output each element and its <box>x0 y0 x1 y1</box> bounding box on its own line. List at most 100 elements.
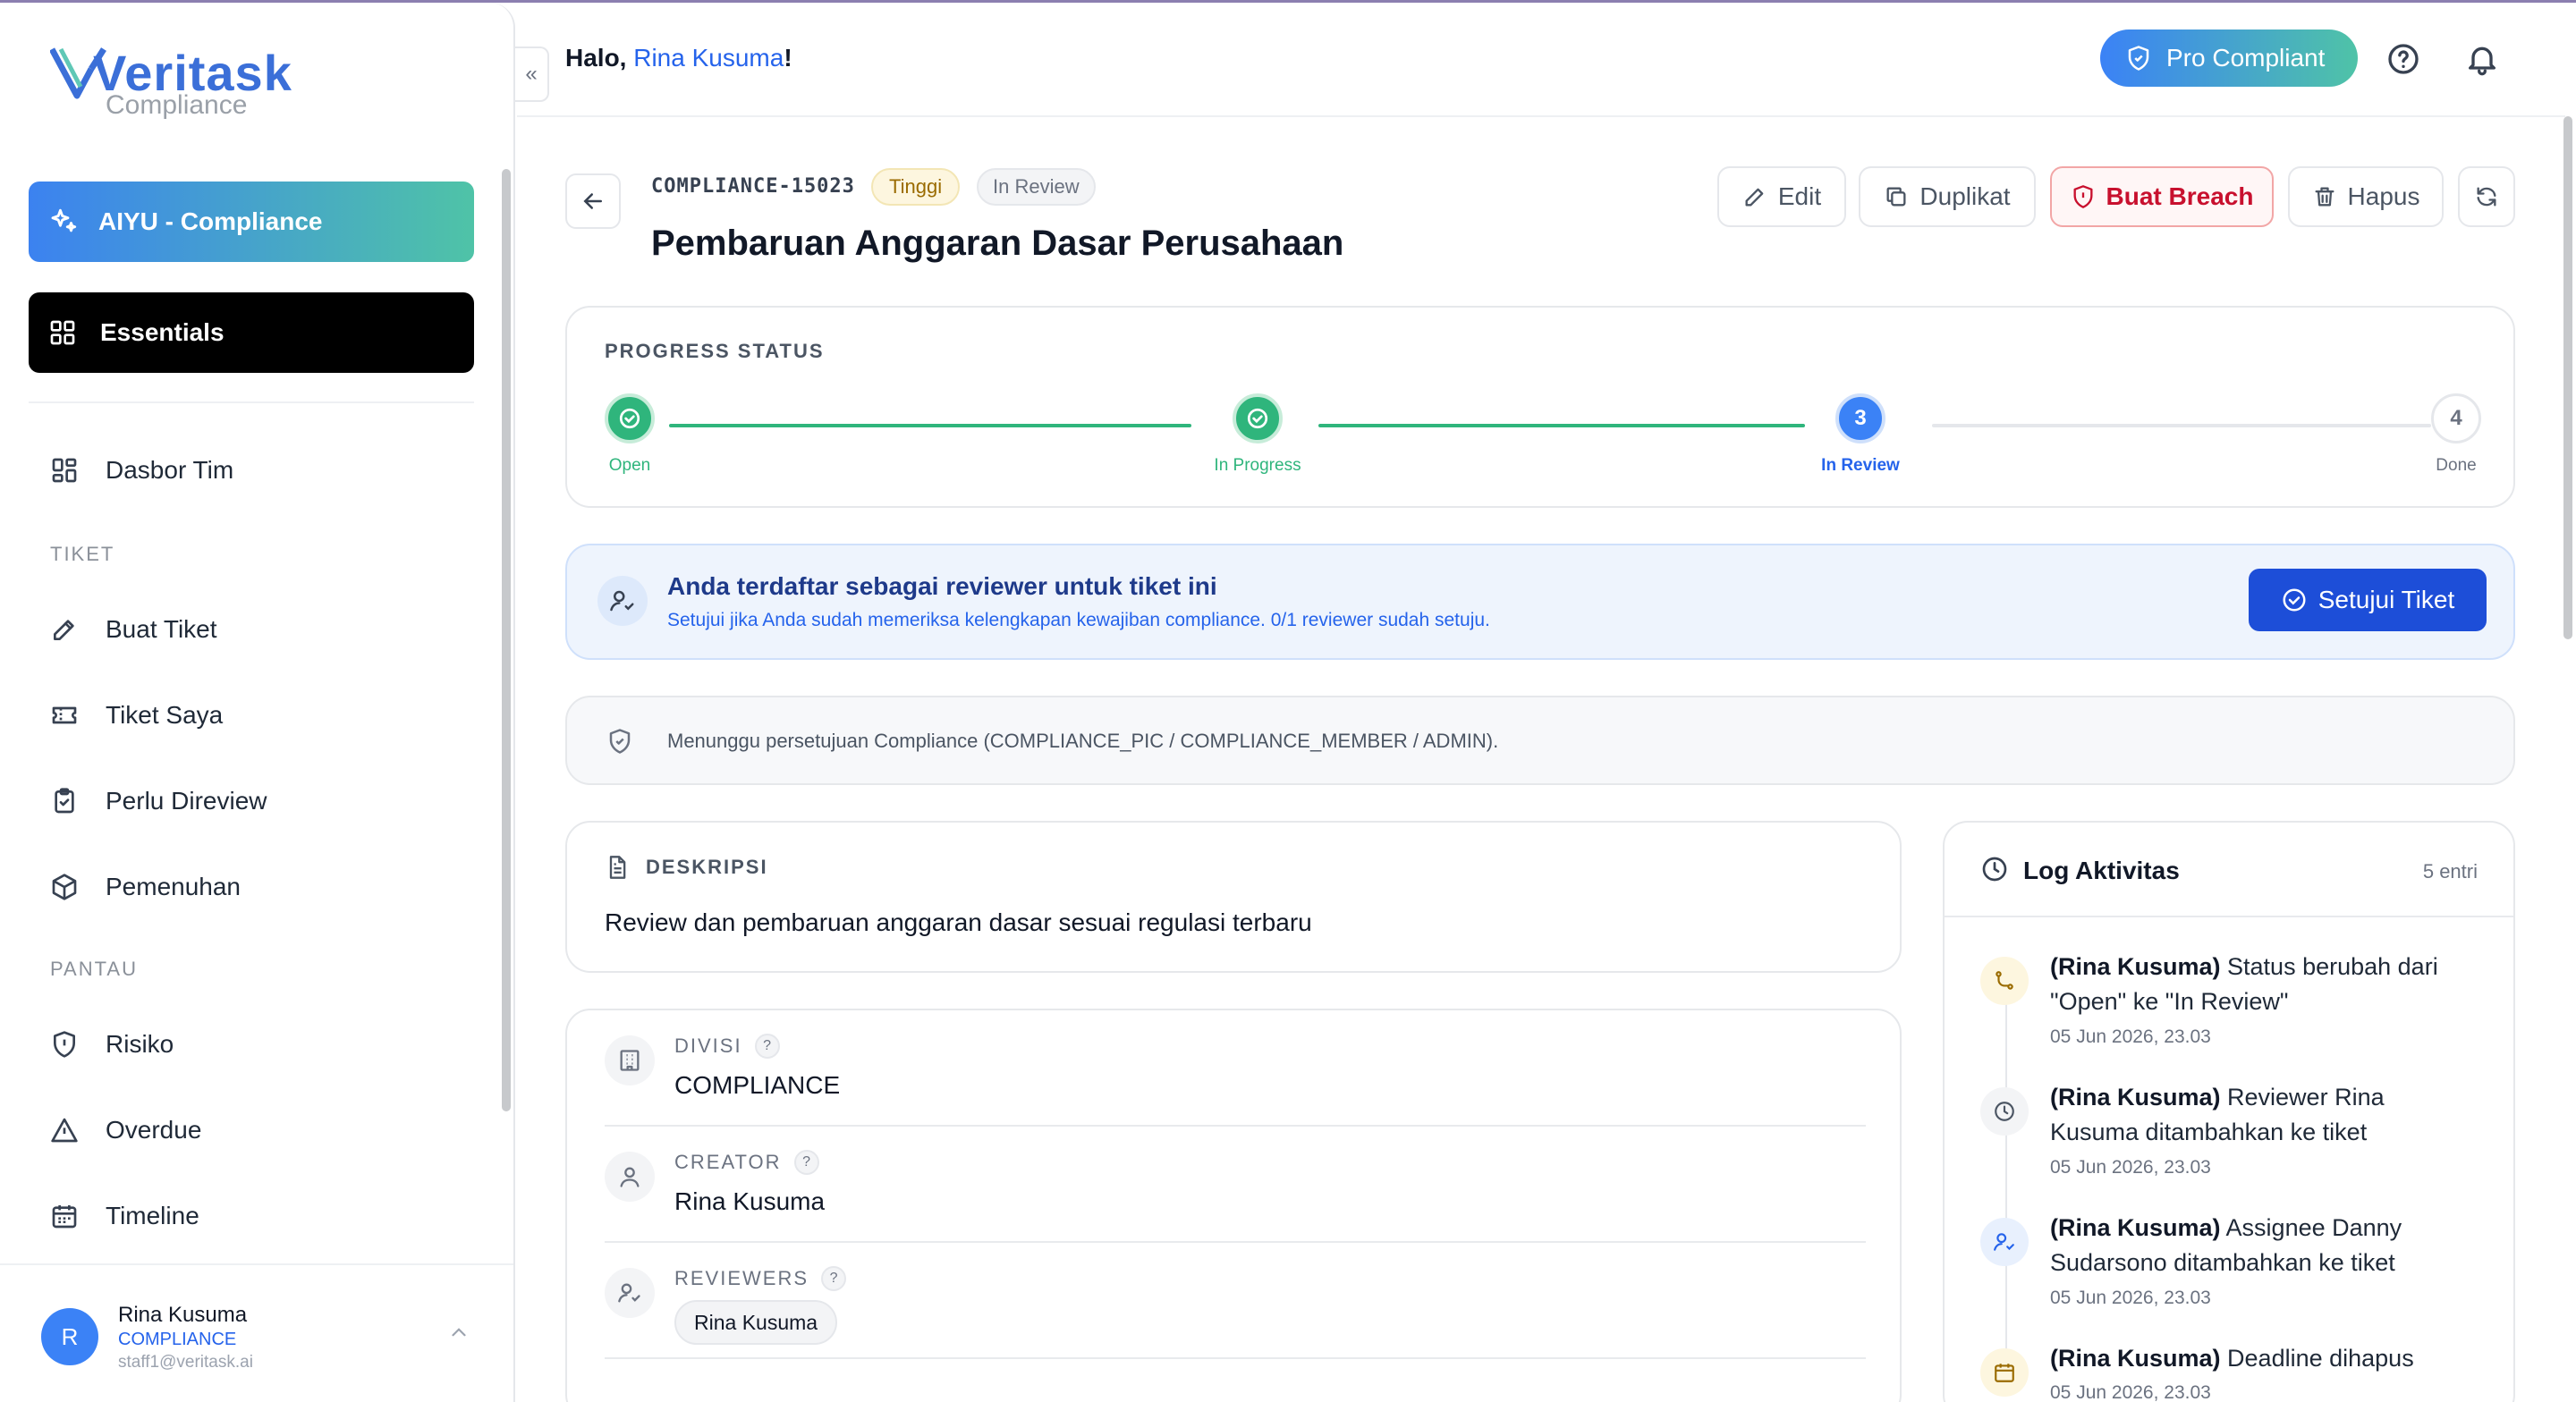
reviewer-notice-subtitle: Setujui jika Anda sudah memeriksa keleng… <box>667 610 1490 630</box>
shield-icon <box>54 1031 75 1058</box>
aiyu-compliance-button[interactable]: AIYU - Compliance <box>29 182 474 262</box>
description-body: Review dan pembaruan anggaran dasar sesu… <box>605 908 1312 936</box>
progress-connector-3 <box>1932 424 2431 427</box>
divisi-value: COMPLIANCE <box>674 1071 841 1099</box>
notifications-button[interactable] <box>2463 40 2501 78</box>
log-entry-text: (Rina Kusuma) Status berubah dari "Open"… <box>2050 950 2479 1019</box>
timeline-line <box>2005 975 2007 1368</box>
greeting-prefix: Halo, <box>565 44 634 72</box>
duplicate-label: Duplikat <box>1919 182 2011 210</box>
sparkle-icon <box>51 208 77 232</box>
sidebar-item-tiket-saya[interactable]: Tiket Saya <box>50 693 223 738</box>
help-tooltip-icon[interactable]: ? <box>821 1266 847 1291</box>
sidebar-item-dasbor-tim[interactable]: Dasbor Tim <box>50 448 233 493</box>
log-actor: (Rina Kusuma) <box>2050 953 2221 980</box>
check-icon <box>1247 408 1268 429</box>
essentials-label: Essentials <box>100 318 225 346</box>
calendar-icon <box>52 1205 77 1229</box>
log-timestamp: 05 Jun 2026, 23.03 <box>2050 1288 2211 1308</box>
reviewer-notice-title: Anda terdaftar sebagai reviewer untuk ti… <box>667 572 1217 600</box>
sidebar-item-pemenuhan[interactable]: Pemenuhan <box>50 865 241 909</box>
log-actor: (Rina Kusuma) <box>2050 1084 2221 1111</box>
description-label: DESKRIPSI <box>646 856 768 878</box>
edit-button[interactable]: Edit <box>1717 166 1846 227</box>
sidebar-item-perlu-direview[interactable]: Perlu Direview <box>50 779 267 823</box>
refresh-button[interactable] <box>2458 166 2515 227</box>
delete-button[interactable]: Hapus <box>2288 166 2444 227</box>
approve-ticket-button[interactable]: Setujui Tiket <box>2249 569 2487 631</box>
progress-connector-1 <box>669 424 1191 427</box>
brand-logo[interactable]: Veritask Compliance <box>50 42 292 122</box>
sidebar-item-label: Pemenuhan <box>106 873 242 900</box>
page-title: Pembaruan Anggaran Dasar Perusahaan <box>651 224 1344 263</box>
progress-status-card: PROGRESS STATUS Open In Progress 3 In Re… <box>565 306 2515 508</box>
description-header: DESKRIPSI <box>605 855 768 880</box>
help-circle-icon <box>2388 44 2419 74</box>
help-button[interactable] <box>2385 40 2422 78</box>
user-icon <box>605 1152 655 1202</box>
sidebar-item-overdue[interactable]: Overdue <box>50 1108 201 1153</box>
priority-badge: Tinggi <box>871 168 961 206</box>
back-button[interactable] <box>565 173 621 229</box>
user-email: staff1@veritask.ai <box>118 1353 253 1372</box>
meta-row-creator: CREATOR? Rina Kusuma <box>605 1127 1866 1243</box>
reviewer-notice: Anda terdaftar sebagai reviewer untuk ti… <box>565 544 2515 660</box>
section-tiket: TIKET <box>50 543 115 565</box>
reviewers-label: REVIEWERS? <box>674 1266 847 1291</box>
copy-icon <box>1886 187 1906 207</box>
edit-label: Edit <box>1777 182 1822 210</box>
log-entry-text: (Rina Kusuma) Deadline dihapus <box>2050 1341 2479 1376</box>
duplicate-button[interactable]: Duplikat <box>1859 166 2036 227</box>
log-timestamp: 05 Jun 2026, 23.03 <box>2050 1026 2211 1047</box>
activity-log-count: 5 entri <box>2422 860 2478 883</box>
user-division: COMPLIANCE <box>118 1330 237 1349</box>
step-in-progress-label: In Progress <box>1214 456 1301 475</box>
breach-label: Buat Breach <box>2106 182 2254 210</box>
log-entry-text: (Rina Kusuma) Reviewer Rina Kusuma ditam… <box>2050 1080 2479 1150</box>
sidebar-item-timeline[interactable]: Timeline <box>50 1194 199 1238</box>
shield-alert-icon <box>2073 185 2093 208</box>
building-icon <box>605 1035 655 1085</box>
progress-connector-2 <box>1318 424 1805 427</box>
approval-waiting-notice: Menunggu persetujuan Compliance (COMPLIA… <box>565 696 2515 785</box>
sidebar-item-label: Perlu Direview <box>106 787 267 815</box>
calendar-icon <box>1980 1348 2029 1397</box>
sidebar-item-label: Dasbor Tim <box>106 456 234 484</box>
chevron-up-icon[interactable] <box>447 1321 470 1344</box>
essentials-button[interactable]: Essentials <box>29 292 474 373</box>
avatar: R <box>41 1308 98 1365</box>
description-card: DESKRIPSI Review dan pembaruan anggaran … <box>565 821 1902 973</box>
page-scrollbar[interactable] <box>2563 116 2572 639</box>
ticket-id: COMPLIANCE-15023 <box>651 175 855 198</box>
approve-label: Setujui Tiket <box>2318 586 2455 613</box>
creator-label: CREATOR? <box>674 1150 819 1175</box>
clock-icon <box>1982 857 2007 882</box>
help-tooltip-icon[interactable]: ? <box>754 1034 780 1059</box>
reviewer-chip[interactable]: Rina Kusuma <box>674 1300 838 1345</box>
sidebar-item-buat-tiket[interactable]: Buat Tiket <box>50 607 217 652</box>
greeting: Halo, Rina Kusuma! <box>565 44 792 72</box>
sidebar-scrollbar[interactable] <box>502 169 511 1111</box>
warning-icon <box>51 1118 78 1143</box>
plan-badge-button[interactable]: Pro Compliant <box>2100 30 2358 87</box>
status-badge: In Review <box>977 168 1096 206</box>
activity-log-header: Log Aktivitas 5 entri <box>1945 823 2513 917</box>
package-icon <box>52 874 77 900</box>
clock-icon <box>1980 1087 2029 1136</box>
pencil-icon <box>1745 188 1764 207</box>
step-in-review-circle: 3 <box>1835 393 1885 443</box>
dashboard-icon <box>52 458 77 483</box>
log-message: Deadline dihapus <box>2220 1345 2414 1372</box>
sidebar-item-risiko[interactable]: Risiko <box>50 1022 174 1067</box>
sidebar-item-label: Timeline <box>106 1202 199 1229</box>
meta-row-divisi: DIVISI? COMPLIANCE <box>605 1010 1866 1127</box>
help-tooltip-icon[interactable]: ? <box>793 1150 819 1175</box>
create-breach-button[interactable]: Buat Breach <box>2050 166 2274 227</box>
clipboard-icon <box>55 788 74 814</box>
user-check-icon <box>597 576 648 626</box>
user-profile-menu[interactable]: R Rina Kusuma COMPLIANCE staff1@veritask… <box>0 1263 513 1402</box>
plan-label: Pro Compliant <box>2166 44 2326 72</box>
ticket-meta-card: DIVISI? COMPLIANCE CREATOR? Rina Kusuma … <box>565 1009 1902 1402</box>
delete-label: Hapus <box>2347 182 2420 210</box>
progress-label: PROGRESS STATUS <box>605 340 825 362</box>
